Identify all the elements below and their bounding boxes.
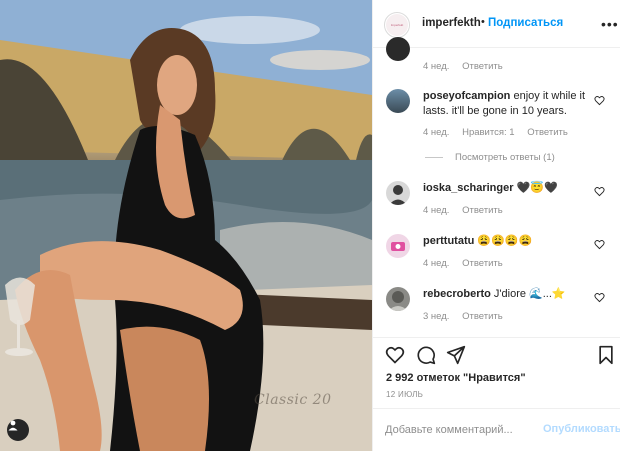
avatar-image	[389, 185, 407, 205]
view-replies-button[interactable]: Посмотреть ответы (1)	[425, 152, 555, 163]
like-comment-icon[interactable]	[594, 239, 605, 250]
avatar-image	[388, 291, 408, 311]
comment-body: rebecroberto J'diore 🌊...⭐	[423, 287, 593, 302]
likes-count[interactable]: 2 992 отметок "Нравится"	[386, 372, 526, 384]
post-header: Imperfekt imperfekth • Подписаться •••	[373, 0, 620, 48]
comment-avatar[interactable]	[386, 89, 410, 113]
user-icon	[8, 420, 18, 431]
comment-avatar[interactable]	[386, 234, 410, 258]
comment-username[interactable]: rebecroberto	[423, 288, 491, 300]
comment-body: perttutatu 😩😩😩😩	[423, 234, 593, 249]
comment-likes[interactable]: Нравится: 1	[462, 127, 514, 138]
comment-username[interactable]: perttutatu	[423, 235, 474, 247]
comment-avatar[interactable]	[386, 287, 410, 311]
comment-time: 4 нед.	[423, 205, 450, 216]
comment-meta: 3 нед. Ответить	[423, 311, 513, 322]
comment-time: 3 нед.	[423, 311, 450, 322]
comment-meta: 4 нед. Нравится: 1 Ответить	[423, 127, 578, 138]
more-options-icon[interactable]: •••	[601, 16, 619, 32]
photo-watermark: Classic 20	[254, 392, 332, 408]
reply-button[interactable]: Ответить	[462, 205, 503, 216]
comment-time: 4 нед.	[423, 61, 450, 72]
tagged-users-button[interactable]	[7, 419, 29, 441]
avatar-logo-text: Imperfekt	[390, 23, 404, 27]
comment-meta: 4 нед. Ответить	[423, 258, 513, 269]
comment-avatar[interactable]	[386, 181, 410, 205]
follow-button[interactable]: Подписаться	[488, 17, 563, 29]
add-comment-bar: Опубликовать	[373, 408, 620, 451]
like-comment-icon[interactable]	[594, 292, 605, 303]
comment-text: J'diore 🌊...⭐	[493, 288, 566, 300]
comment-text: 🖤😇🖤	[516, 182, 558, 194]
reply-button[interactable]: Ответить	[462, 61, 503, 72]
bookmark-icon[interactable]	[597, 345, 615, 365]
comment-time: 4 нед.	[423, 258, 450, 269]
author-avatar[interactable]: Imperfekt	[384, 12, 410, 38]
comment-meta: 4 нед. Ответить	[423, 61, 513, 72]
comment-body: ioska_scharinger 🖤😇🖤	[423, 181, 593, 196]
comment-avatar[interactable]	[386, 37, 410, 61]
publish-button[interactable]: Опубликовать	[543, 423, 620, 435]
view-replies-label: Посмотреть ответы (1)	[455, 152, 555, 163]
post-sidebar: Imperfekt imperfekth • Подписаться ••• 4…	[372, 0, 620, 451]
comment-input[interactable]	[385, 422, 535, 438]
reply-button[interactable]: Ответить	[462, 258, 503, 269]
reply-button[interactable]: Ответить	[462, 311, 503, 322]
heart-icon[interactable]	[385, 345, 405, 365]
post-photo[interactable]: Classic 20	[0, 0, 372, 451]
reply-button[interactable]: Ответить	[527, 127, 568, 138]
replies-divider	[425, 157, 443, 158]
comment-time: 4 нед.	[423, 127, 450, 138]
comment-username[interactable]: poseyofcampion	[423, 90, 510, 102]
like-comment-icon[interactable]	[594, 186, 605, 197]
like-comment-icon[interactable]	[594, 95, 605, 106]
header-separator: •	[481, 16, 485, 28]
comment-icon[interactable]	[416, 345, 436, 365]
comment-text: 😩😩😩😩	[477, 235, 533, 247]
share-icon[interactable]	[446, 345, 466, 365]
post-image	[0, 0, 372, 451]
section-divider	[373, 337, 620, 338]
comment-body: poseyofcampion enjoy it while it lasts. …	[423, 89, 585, 119]
avatar-image	[391, 242, 405, 251]
comment-username[interactable]: ioska_scharinger	[423, 182, 514, 194]
author-username[interactable]: imperfekth	[422, 17, 481, 29]
comment-meta: 4 нед. Ответить	[423, 205, 513, 216]
post-date[interactable]: 12 ИЮЛЬ	[386, 390, 423, 399]
